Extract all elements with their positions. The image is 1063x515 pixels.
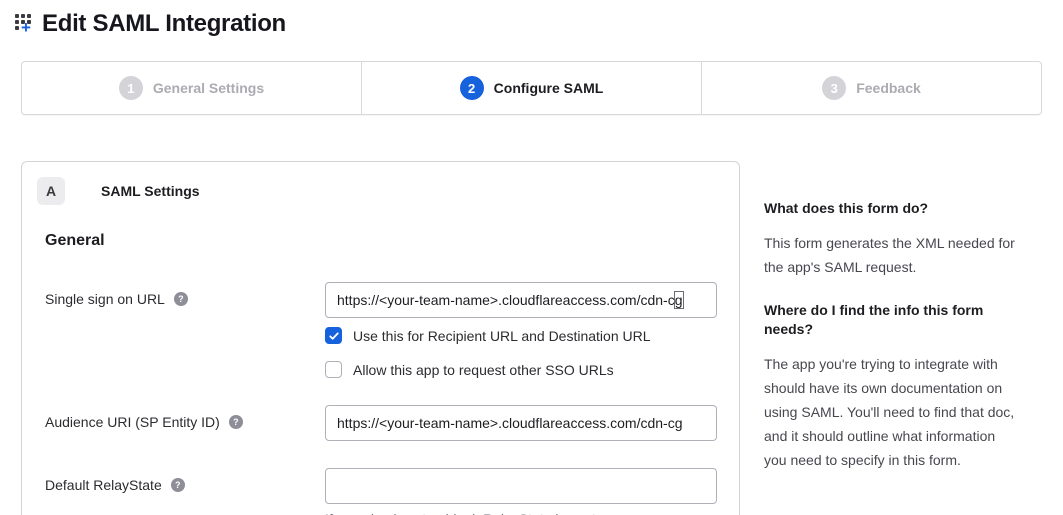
other-sso-urls-checkbox-row[interactable]: Allow this app to request other SSO URLs <box>325 361 717 378</box>
step-number-badge: 1 <box>119 76 143 100</box>
recipient-url-checkbox[interactable] <box>325 327 342 344</box>
help-sidebar: What does this form do? This form genera… <box>764 161 1016 494</box>
help-icon[interactable]: ? <box>174 292 188 306</box>
sso-url-input[interactable]: https://<your-team-name>.cloudflareacces… <box>325 282 717 318</box>
step-label: General Settings <box>153 80 264 96</box>
help-icon[interactable]: ? <box>229 415 243 429</box>
sidebar-question-2: Where do I find the info this form needs… <box>764 301 1016 339</box>
other-sso-urls-checkbox-label[interactable]: Allow this app to request other SSO URLs <box>353 362 614 378</box>
step-configure-saml[interactable]: 2 Configure SAML <box>361 62 701 114</box>
content-area: A SAML Settings General Single sign on U… <box>21 161 1063 515</box>
audience-uri-label-group: Audience URI (SP Entity ID) ? <box>45 405 325 430</box>
sidebar-question-1: What does this form do? <box>764 199 1016 218</box>
plus-icon: + <box>21 19 31 36</box>
page-header: + Edit SAML Integration <box>0 0 1063 40</box>
step-label: Feedback <box>856 80 921 96</box>
sso-url-field-group: https://<your-team-name>.cloudflareacces… <box>325 282 717 378</box>
general-section-heading: General <box>45 232 716 250</box>
sso-url-row: Single sign on URL ? https://<your-team-… <box>45 282 716 378</box>
step-general-settings[interactable]: 1 General Settings <box>22 62 361 114</box>
audience-uri-label: Audience URI (SP Entity ID) <box>45 414 220 430</box>
text-caret: g <box>675 292 683 308</box>
recipient-url-checkbox-label[interactable]: Use this for Recipient URL and Destinati… <box>353 328 651 344</box>
step-label: Configure SAML <box>494 80 604 96</box>
section-a-badge: A <box>37 177 65 205</box>
audience-uri-input[interactable]: https://<your-team-name>.cloudflareacces… <box>325 405 717 441</box>
relaystate-helper-text: If no value is set, a blank RelayState i… <box>325 511 717 515</box>
sso-url-label-group: Single sign on URL ? <box>45 282 325 307</box>
add-app-grid-icon: + <box>15 12 39 36</box>
recipient-url-checkbox-row[interactable]: Use this for Recipient URL and Destinati… <box>325 327 717 344</box>
sso-url-label: Single sign on URL <box>45 291 165 307</box>
check-icon <box>328 330 340 342</box>
panel-header: A SAML Settings <box>37 177 716 205</box>
step-wizard: 1 General Settings 2 Configure SAML 3 Fe… <box>21 61 1042 115</box>
sso-url-value: https://<your-team-name>.cloudflareacces… <box>337 292 675 308</box>
audience-uri-field-group: https://<your-team-name>.cloudflareacces… <box>325 405 717 441</box>
saml-settings-panel: A SAML Settings General Single sign on U… <box>21 161 740 515</box>
relaystate-label: Default RelayState <box>45 477 162 493</box>
step-number-badge: 3 <box>822 76 846 100</box>
relaystate-label-group: Default RelayState ? <box>45 468 325 493</box>
other-sso-urls-checkbox[interactable] <box>325 361 342 378</box>
help-icon[interactable]: ? <box>171 478 185 492</box>
relaystate-row: Default RelayState ? If no value is set,… <box>45 468 716 515</box>
relaystate-input[interactable] <box>325 468 717 504</box>
relaystate-field-group: If no value is set, a blank RelayState i… <box>325 468 717 515</box>
sidebar-answer-1: This form generates the XML needed for t… <box>764 231 1016 279</box>
page-title: Edit SAML Integration <box>42 10 286 38</box>
panel-title: SAML Settings <box>101 183 200 199</box>
audience-uri-value: https://<your-team-name>.cloudflareacces… <box>337 415 683 431</box>
step-feedback[interactable]: 3 Feedback <box>701 62 1041 114</box>
sidebar-answer-2: The app you're trying to integrate with … <box>764 352 1016 472</box>
step-number-badge: 2 <box>460 76 484 100</box>
audience-uri-row: Audience URI (SP Entity ID) ? https://<y… <box>45 405 716 441</box>
